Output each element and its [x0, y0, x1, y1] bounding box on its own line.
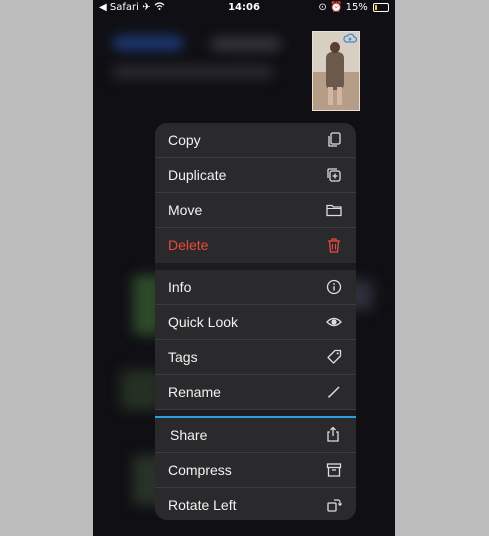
menu-item-quick-look[interactable]: Quick Look: [155, 305, 356, 340]
menu-item-duplicate[interactable]: Duplicate: [155, 158, 356, 193]
context-menu: Copy Duplicate Move Delete Info Quick Lo…: [155, 123, 356, 520]
battery-icon: [373, 2, 389, 12]
menu-item-compress[interactable]: Compress: [155, 453, 356, 488]
menu-item-tags[interactable]: Tags: [155, 340, 356, 375]
pencil-icon: [327, 386, 340, 398]
status-bar: ◀ Safari ✈ 14:06 ⊙ ⏰ 15%: [93, 0, 395, 16]
duplicate-icon: [327, 168, 341, 182]
menu-separator: [155, 263, 356, 270]
battery-percent: 15%: [345, 2, 368, 13]
trash-icon: [328, 238, 340, 253]
share-icon: [327, 426, 339, 442]
eye-icon: [326, 317, 342, 327]
info-icon: [326, 279, 342, 295]
menu-item-rotate-left[interactable]: Rotate Left: [155, 488, 356, 520]
archive-icon: [326, 463, 342, 477]
orientation-lock-icon: ⊙: [318, 2, 327, 13]
blurred-tab: [113, 36, 183, 50]
cloud-icon: [343, 33, 357, 43]
phone-screen: ◀ Safari ✈ 14:06 ⊙ ⏰ 15% Copy Duplicate …: [93, 0, 395, 536]
menu-item-copy[interactable]: Copy: [155, 123, 356, 158]
menu-item-delete[interactable]: Delete: [155, 228, 356, 263]
menu-item-rename[interactable]: Rename: [155, 375, 356, 410]
folder-icon: [326, 204, 342, 217]
status-right: ⊙ ⏰ 15%: [318, 2, 389, 13]
menu-item-info[interactable]: Info: [155, 270, 356, 305]
alarm-icon: ⏰: [329, 2, 343, 13]
menu-item-share[interactable]: Share: [155, 416, 356, 453]
file-thumbnail[interactable]: [312, 31, 360, 111]
menu-item-move[interactable]: Move: [155, 193, 356, 228]
tag-icon: [327, 349, 342, 364]
copy-icon: [328, 132, 341, 147]
blurred-text: [113, 66, 273, 78]
rotate-left-icon: [327, 499, 342, 512]
blurred-tab: [211, 38, 281, 50]
